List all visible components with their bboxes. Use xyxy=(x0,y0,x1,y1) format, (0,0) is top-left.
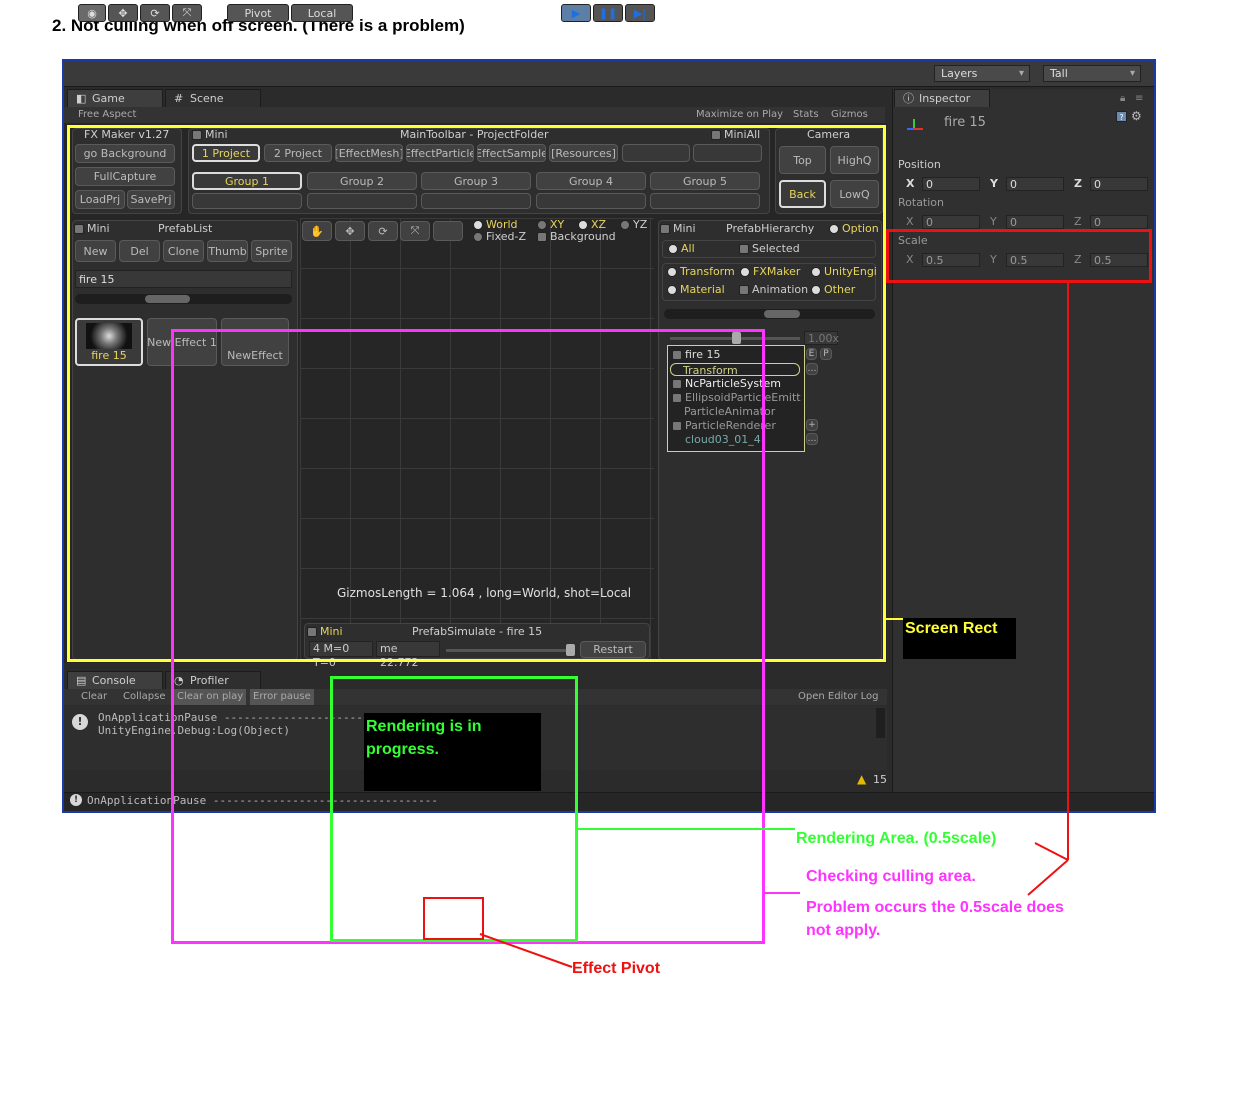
scale-leader-to-problem xyxy=(1027,859,1069,896)
rendering-area-label: Rendering Area. (0.5scale) xyxy=(796,830,997,847)
checking-area-label: Checking culling area. xyxy=(806,868,976,885)
effect-pivot-label: Effect Pivot xyxy=(572,960,661,977)
pivot-leader xyxy=(479,933,573,968)
problem-label: Problem occurs the 0.5scale does not app… xyxy=(806,899,1064,939)
scale-leader-to-rendering xyxy=(1034,842,1069,861)
